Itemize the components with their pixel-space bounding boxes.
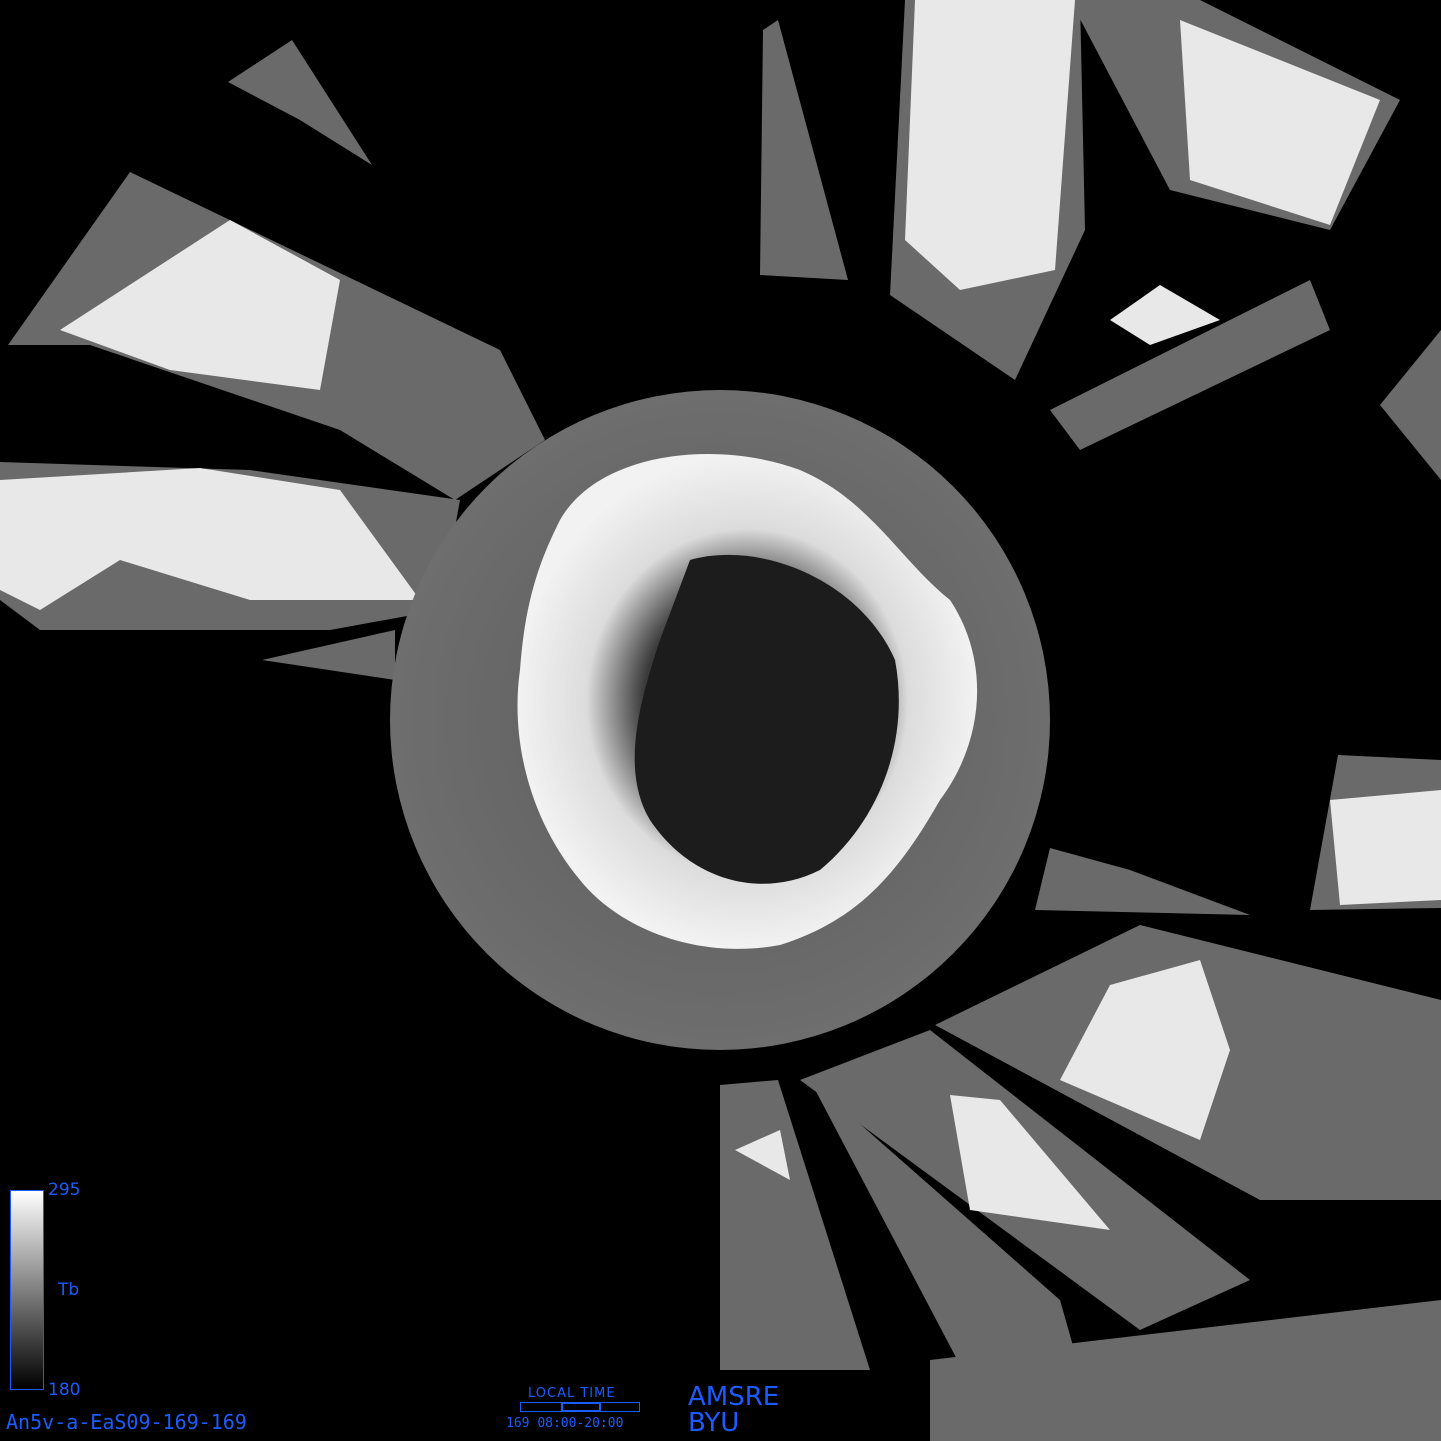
local-time-range: 169 08:00-20:00 — [506, 1416, 623, 1431]
local-time-heading: LOCAL TIME — [528, 1386, 616, 1401]
local-time-window — [561, 1402, 601, 1412]
colorbar — [10, 1190, 44, 1390]
colorbar-min-label: 180 — [48, 1380, 81, 1400]
org-label: BYU — [688, 1408, 740, 1438]
local-time-hours: 08:00-20:00 — [537, 1416, 624, 1431]
product-id: An5v-a-EaS09-169-169 — [6, 1410, 247, 1434]
local-time-day: 169 — [506, 1416, 530, 1431]
colorbar-max-label: 295 — [48, 1180, 81, 1200]
colorbar-variable-label: Tb — [58, 1280, 80, 1300]
brightness-temperature-map — [0, 0, 1441, 1441]
local-time-bar — [520, 1402, 640, 1412]
sensor-label: AMSRE — [688, 1382, 780, 1412]
